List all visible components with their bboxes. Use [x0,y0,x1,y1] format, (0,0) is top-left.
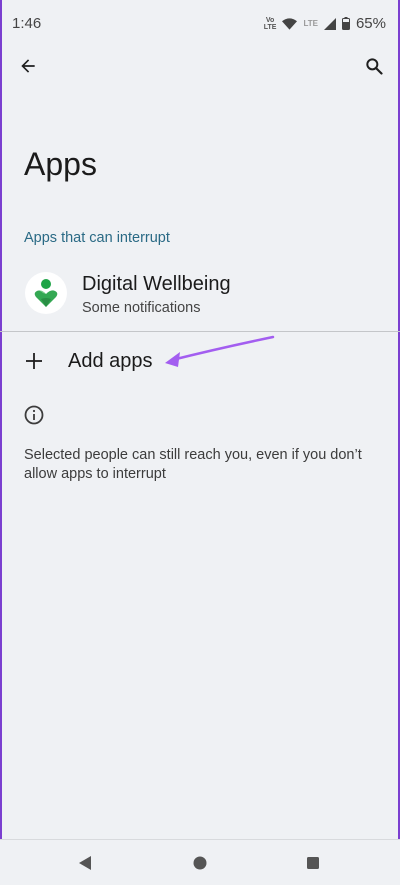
volte-indicator: Vo LTE [263,16,277,31]
arrow-back-icon [21,59,35,73]
wifi-icon [282,17,298,30]
signal-icon [323,17,336,30]
annotation-arrow [165,335,275,367]
plus-icon [26,353,42,369]
back-button[interactable] [8,46,48,86]
battery-icon [341,17,350,30]
app-name: Digital Wellbeing [82,273,231,295]
search-button[interactable] [354,46,394,86]
section-header: Apps that can interrupt [24,230,170,246]
app-row-digital-wellbeing[interactable]: Digital Wellbeing Some notifications [0,264,400,326]
page-title: Apps [24,146,97,182]
network-type: LTE [303,19,318,28]
nav-back-icon [79,856,91,870]
status-icons: Vo LTE LTE 65% [264,15,386,32]
nav-back-button[interactable] [72,850,98,876]
nav-home-button[interactable] [187,850,213,876]
status-time: 1:46 [12,15,42,32]
nav-home-icon [193,856,207,870]
app-subtitle: Some notifications [82,300,201,316]
nav-recents-icon [307,857,319,869]
info-icon [24,405,44,425]
search-icon [366,58,383,75]
digital-wellbeing-icon [25,272,67,314]
info-text: Selected people can still reach you, eve… [24,447,362,482]
navigation-bar [0,839,400,885]
battery-percent: 65% [355,15,386,32]
divider [0,331,400,332]
screenshot-frame [0,0,400,885]
nav-recents-button[interactable] [300,850,326,876]
add-apps-label: Add apps [68,350,153,372]
status-bar: 1:46 Vo LTE LTE 65% [0,0,400,40]
